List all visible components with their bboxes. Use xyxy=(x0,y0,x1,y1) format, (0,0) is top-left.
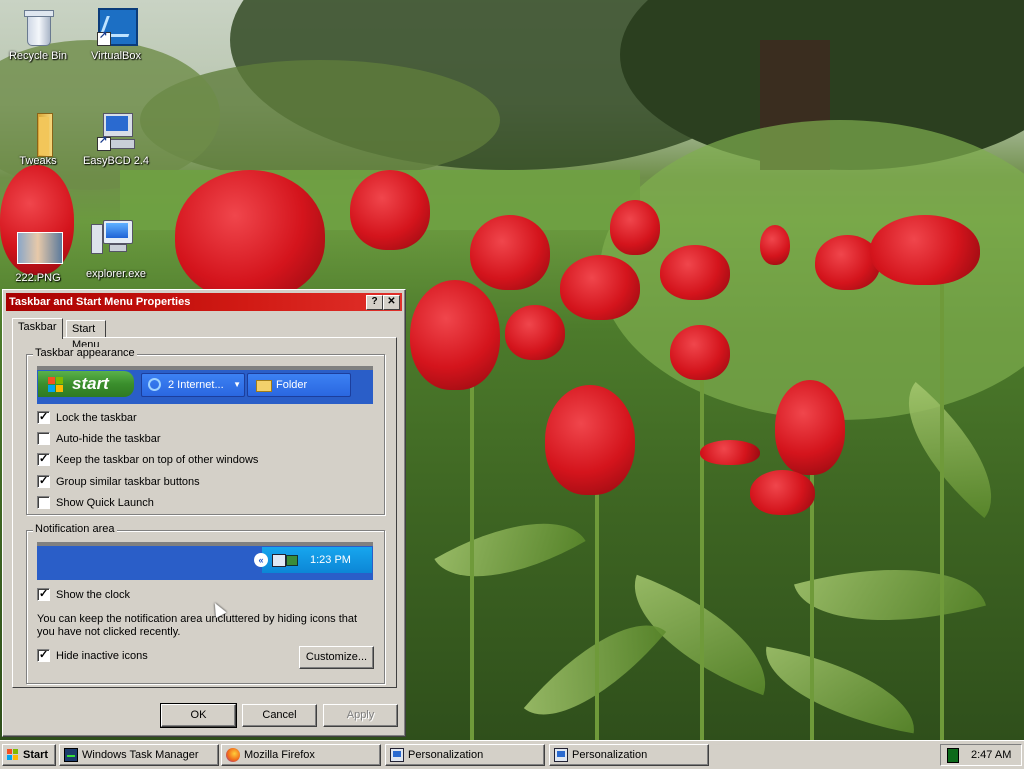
checkbox-box[interactable] xyxy=(37,586,50,602)
preview-start-button: start xyxy=(38,371,134,397)
checkbox-label: Auto-hide the taskbar xyxy=(56,433,161,445)
preview-clock: 1:23 PM xyxy=(310,554,351,566)
folder-icon xyxy=(256,380,272,392)
taskbar-item-label: Mozilla Firefox xyxy=(244,749,315,761)
desktop-icon-explorer[interactable]: explorer.exe xyxy=(78,218,154,280)
checkbox-box[interactable] xyxy=(37,409,50,425)
taskbar-item-label: Windows Task Manager xyxy=(82,749,199,761)
tab-start-menu[interactable]: Start Menu xyxy=(66,320,106,351)
preview-start-label: start xyxy=(72,374,109,393)
taskbar-item-task-manager[interactable]: Windows Task Manager xyxy=(59,744,219,766)
desktop-icon-label: VirtualBox xyxy=(91,50,141,62)
checkbox-label: Show Quick Launch xyxy=(56,497,154,509)
firefox-icon xyxy=(226,748,240,762)
checkbox-box[interactable] xyxy=(37,451,50,467)
cancel-button[interactable]: Cancel xyxy=(242,704,317,727)
preview-tray: « 1:23 PM xyxy=(254,547,372,573)
checkbox-hide-inactive[interactable]: Hide inactive icons xyxy=(37,647,148,664)
desktop-icon-label: EasyBCD 2.4 xyxy=(82,155,150,167)
checkbox-label: Lock the taskbar xyxy=(56,412,137,424)
checkbox-label: Show the clock xyxy=(56,589,130,601)
desktop-icon-virtualbox[interactable]: VirtualBox xyxy=(78,8,154,62)
group-title: Taskbar appearance xyxy=(33,347,137,359)
recycle-bin-icon xyxy=(19,8,57,46)
start-label: Start xyxy=(23,749,49,761)
system-tray: 2:47 AM xyxy=(940,744,1022,766)
chevron-left-icon: « xyxy=(254,553,268,567)
windows-flag-icon xyxy=(7,749,19,761)
image-file-icon xyxy=(17,230,63,268)
ie-icon xyxy=(148,378,161,391)
ok-button[interactable]: OK xyxy=(160,703,237,728)
preview-task-button-folder: Folder xyxy=(247,373,351,397)
desktop-icon-label: explorer.exe xyxy=(86,268,146,280)
easybcd-icon xyxy=(97,113,135,151)
start-button[interactable]: Start xyxy=(2,744,56,766)
computer-icon xyxy=(91,218,135,256)
task-manager-icon xyxy=(64,748,78,762)
checkbox-box[interactable] xyxy=(37,431,50,445)
dialog-title: Taskbar and Start Menu Properties xyxy=(9,296,191,308)
checkbox-box[interactable] xyxy=(37,473,50,489)
tab-taskbar[interactable]: Taskbar xyxy=(12,318,63,339)
task-manager-tray-icon[interactable] xyxy=(947,748,959,763)
taskbar-item-personalization-1[interactable]: Personalization xyxy=(385,744,545,766)
notification-area-group: Notification area « 1:23 PM Show the clo… xyxy=(26,523,385,684)
chevron-down-icon: ▼ xyxy=(233,380,241,389)
taskbar-item-label: Personalization xyxy=(408,749,484,761)
windows-flag-icon xyxy=(48,377,64,393)
checkbox-lock-taskbar[interactable]: Lock the taskbar xyxy=(37,409,137,426)
taskbar-preview: start 2 Internet... ▼ Folder xyxy=(37,366,373,404)
virtualbox-icon xyxy=(97,8,138,46)
preview-task-button-ie: 2 Internet... ▼ xyxy=(141,373,245,397)
checkbox-box[interactable] xyxy=(37,495,50,509)
customize-button[interactable]: Customize... xyxy=(299,646,374,669)
taskbar: Start Windows Task Manager Mozilla Firef… xyxy=(0,740,1024,769)
desktop-icon-easybcd[interactable]: EasyBCD 2.4 xyxy=(78,113,154,167)
notification-preview: « 1:23 PM xyxy=(37,542,373,580)
personalization-icon xyxy=(390,748,404,762)
desktop-icon-tweaks[interactable]: Tweaks xyxy=(0,113,76,167)
network-icon xyxy=(272,554,286,567)
desktop-icon-recycle-bin[interactable]: Recycle Bin xyxy=(0,8,76,62)
checkbox-group-buttons[interactable]: Group similar taskbar buttons xyxy=(37,473,200,490)
taskbar-item-personalization-2[interactable]: Personalization xyxy=(549,744,709,766)
preview-task-label: 2 Internet... xyxy=(168,379,224,391)
tab-panel-taskbar: Taskbar appearance start 2 Internet... ▼ xyxy=(12,337,397,688)
taskbar-properties-dialog: Taskbar and Start Menu Properties ? ✕ Ta… xyxy=(2,289,406,737)
folder-icon xyxy=(19,113,57,157)
taskbar-item-firefox[interactable]: Mozilla Firefox xyxy=(221,744,381,766)
group-title: Notification area xyxy=(33,523,117,535)
desktop-icon-222png[interactable]: 222.PNG xyxy=(0,230,76,284)
checkbox-label: Keep the taskbar on top of other windows xyxy=(56,454,259,466)
desktop-icon-label: Recycle Bin xyxy=(8,50,68,62)
close-button[interactable]: ✕ xyxy=(383,295,400,310)
personalization-icon xyxy=(554,748,568,762)
desktop-icon-label: 222.PNG xyxy=(15,272,61,284)
taskbar-clock[interactable]: 2:47 AM xyxy=(971,745,1011,765)
checkbox-show-clock[interactable]: Show the clock xyxy=(37,586,130,603)
checkbox-box[interactable] xyxy=(37,647,50,663)
checkbox-keep-on-top[interactable]: Keep the taskbar on top of other windows xyxy=(37,451,259,468)
checkbox-label: Hide inactive icons xyxy=(56,650,148,662)
printer-icon xyxy=(286,555,298,566)
preview-task-label: Folder xyxy=(276,379,308,391)
checkbox-auto-hide[interactable]: Auto-hide the taskbar xyxy=(37,431,161,447)
help-button[interactable]: ? xyxy=(366,295,383,310)
checkbox-label: Group similar taskbar buttons xyxy=(56,476,200,488)
notification-description: You can keep the notification area unclu… xyxy=(37,613,358,638)
checkbox-quick-launch[interactable]: Show Quick Launch xyxy=(37,495,154,511)
taskbar-appearance-group: Taskbar appearance start 2 Internet... ▼ xyxy=(26,347,385,515)
dialog-title-bar[interactable]: Taskbar and Start Menu Properties ? ✕ xyxy=(6,293,402,311)
taskbar-item-label: Personalization xyxy=(572,749,648,761)
apply-button[interactable]: Apply xyxy=(323,704,398,727)
